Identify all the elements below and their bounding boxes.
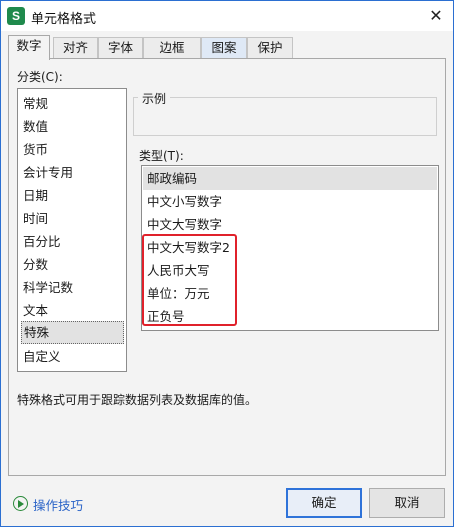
type-item[interactable]: 单位：万元 [143, 282, 437, 305]
ok-button[interactable]: 确定 [286, 488, 362, 518]
close-icon[interactable]: ✕ [423, 3, 449, 29]
type-item[interactable]: 正负号 [143, 305, 437, 328]
description-text: 特殊格式可用于跟踪数据列表及数据库的值。 [17, 393, 258, 407]
play-circle-icon [13, 496, 28, 511]
category-item[interactable]: 货币 [21, 138, 124, 161]
tab-pattern[interactable]: 图案 [201, 37, 247, 59]
dialog-title: 单元格格式 [31, 12, 97, 27]
type-item-selected[interactable]: 邮政编码 [143, 167, 437, 190]
tab-font[interactable]: 字体 [98, 37, 143, 59]
sample-box [133, 97, 437, 136]
tab-border[interactable]: 边框 [143, 37, 201, 59]
type-list[interactable]: 邮政编码 中文小写数字 中文大写数字 中文大写数字2 人民币大写 单位：万元 正… [141, 165, 439, 331]
category-item[interactable]: 会计专用 [21, 161, 124, 184]
category-item[interactable]: 时间 [21, 207, 124, 230]
app-icon: S [7, 7, 25, 25]
category-item[interactable]: 文本 [21, 299, 124, 322]
sample-label: 示例 [138, 90, 171, 107]
category-item[interactable]: 数值 [21, 115, 124, 138]
type-item[interactable]: 人民币大写 [143, 259, 437, 282]
category-item[interactable]: 百分比 [21, 230, 124, 253]
category-item[interactable]: 自定义 [21, 345, 124, 368]
tab-protection[interactable]: 保护 [247, 37, 293, 59]
category-label: 分类(C): [17, 70, 63, 84]
category-item-selected[interactable]: 特殊 [21, 321, 124, 344]
tab-number[interactable]: 数字 [8, 35, 50, 60]
category-item[interactable]: 分数 [21, 253, 124, 276]
type-item[interactable]: 中文小写数字 [143, 190, 437, 213]
category-item[interactable]: 常规 [21, 92, 124, 115]
type-item[interactable]: 中文大写数字 [143, 213, 437, 236]
category-item[interactable]: 日期 [21, 184, 124, 207]
category-list[interactable]: 常规 数值 货币 会计专用 日期 时间 百分比 分数 科学记数 文本 特殊 自定… [17, 88, 127, 372]
tips-label: 操作技巧 [33, 498, 84, 513]
type-label: 类型(T): [139, 149, 184, 163]
cancel-button[interactable]: 取消 [369, 488, 445, 518]
tab-alignment[interactable]: 对齐 [53, 37, 98, 59]
type-item[interactable]: 中文大写数字2 [143, 236, 437, 259]
category-item[interactable]: 科学记数 [21, 276, 124, 299]
format-cells-dialog: S 单元格格式 ✕ 数字 对齐 字体 边框 图案 保护 分类(C): 常规 数值… [0, 0, 454, 527]
title-bar: S 单元格格式 ✕ [1, 1, 453, 31]
